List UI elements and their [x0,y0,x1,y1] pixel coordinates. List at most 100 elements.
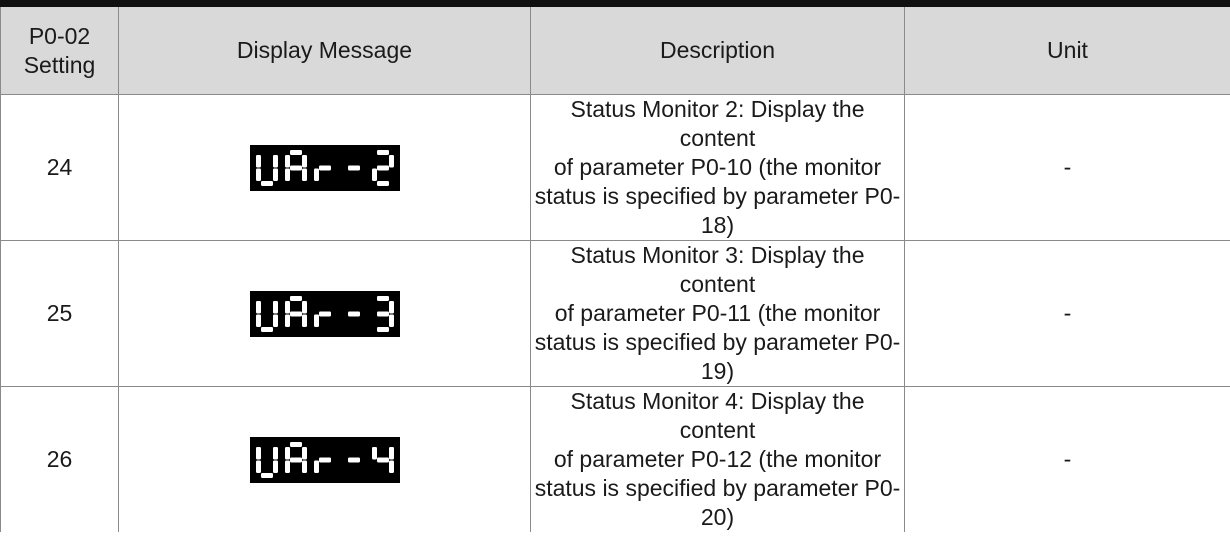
segment [272,460,278,473]
segment [301,446,307,459]
segment [301,460,307,473]
description-line: Status Monitor 3: Display the content [570,242,865,297]
segment [301,314,307,327]
segment-digit [371,446,394,473]
parameter-table: P0-02 Setting Display Message Descriptio… [0,7,1230,532]
header-description: Description [530,7,905,95]
segment [272,168,278,181]
segment [260,180,273,186]
seven-segment-svg [255,295,394,332]
segment [388,300,394,313]
segment-digit [313,165,331,181]
segment [255,300,261,313]
segment [388,446,394,459]
segment-digit [284,441,307,473]
segment-digit [255,154,278,186]
segment [313,460,319,473]
table-row: 25 Status Monitor 3: Display the content… [0,240,1230,387]
segment [371,168,377,181]
segment-digit [284,149,307,181]
table-row: 26 Status Monitor 4: Display the content… [0,386,1230,532]
description-cell: Status Monitor 4: Display the content of… [530,386,905,532]
segment [255,154,261,167]
description-line: 19) [700,358,735,384]
segment [255,314,261,327]
description-cell: Status Monitor 3: Display the content of… [530,240,905,387]
header-setting-line1: P0-02 [28,22,91,49]
description-line: of parameter P0-11 (the monitor [554,300,881,326]
segment [284,300,290,313]
seven-segment-display [249,436,400,483]
segment-digit [347,457,360,462]
segment [284,446,290,459]
header-setting-line2: Setting [23,51,96,78]
setting-cell: 24 [0,94,119,241]
segment [272,300,278,313]
segment [376,311,389,316]
setting-cell: 25 [0,240,119,387]
unit-cell: - [904,240,1230,387]
display-cell [118,94,531,241]
description-line: of parameter P0-12 (the monitor [553,446,882,472]
unit-cell: - [904,94,1230,241]
seven-segment-display [249,144,400,191]
description-line: of parameter P0-10 (the monitor [553,154,882,180]
segment [289,311,302,316]
segment [284,460,290,473]
description-line: 20) [700,504,735,530]
description-line: 18) [700,212,735,238]
description-line: status is specified by parameter P0- [534,475,901,501]
segment [289,457,302,462]
segment-digit [313,311,331,327]
segment [289,295,302,301]
segment [318,311,331,316]
header-setting: P0-02 Setting [0,7,119,95]
description-line: Status Monitor 4: Display the content [570,388,865,443]
segment [388,314,394,327]
segment [347,311,360,316]
segment [376,326,389,332]
description-line: status is specified by parameter P0- [534,329,901,355]
top-rule [0,0,1230,7]
segment [347,165,360,170]
segment [289,441,302,447]
segment [376,295,389,301]
segment [388,460,394,473]
segment [376,180,389,186]
seven-segment-display [249,290,400,337]
header-display-message: Display Message [118,7,531,95]
segment [313,314,319,327]
table-header-row: P0-02 Setting Display Message Descriptio… [0,7,1230,95]
seven-segment-svg [255,149,394,186]
description-line: Status Monitor 2: Display the content [570,96,865,151]
segment [272,446,278,459]
segment [301,300,307,313]
description-cell: Status Monitor 2: Display the content of… [530,94,905,241]
segment-digit [284,295,307,327]
segment [260,472,273,478]
segment [272,314,278,327]
segment-digit [371,149,394,186]
segment [284,168,290,181]
segment [313,168,319,181]
segment-digit [255,446,278,478]
segment [260,326,273,332]
segment [376,165,389,170]
segment [272,154,278,167]
segment [255,446,261,459]
segment [371,446,377,459]
segment-digit [347,165,360,170]
segment [255,460,261,473]
segment [289,165,302,170]
segment [301,168,307,181]
segment-digit [347,311,360,316]
segment-digit [313,457,331,473]
seven-segment-svg [255,441,394,478]
table-row: 24 Status Monitor 2: Display the content… [0,94,1230,241]
description-line: status is specified by parameter P0- [534,183,901,209]
segment [376,149,389,155]
segment [388,154,394,167]
display-cell [118,240,531,387]
segment [289,149,302,155]
segment [376,457,389,462]
